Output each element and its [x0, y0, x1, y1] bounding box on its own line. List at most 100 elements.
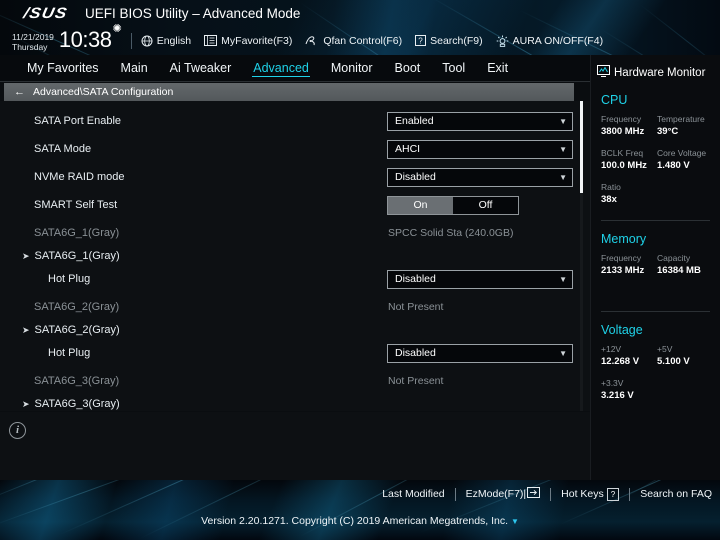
search-on-faq-button[interactable]: Search on FAQ — [640, 488, 712, 500]
monitor-metric: +5V 5.100 V — [657, 343, 713, 368]
setting-toggle[interactable]: On Off — [387, 195, 519, 215]
tab-monitor[interactable]: Monitor — [320, 55, 384, 81]
setting-dropdown[interactable]: Disabled ▼ — [387, 269, 573, 289]
monitor-group-values: Frequency 3800 MHz Temperature 39°C BCLK Fre… — [591, 107, 720, 206]
gear-icon[interactable]: ✺ — [112, 22, 121, 35]
submenu-caret-icon: ➤ — [22, 399, 30, 409]
setting-row[interactable]: NVMe RAID mode Disabled ▼ — [0, 163, 590, 191]
monitor-row: Frequency 2133 MHz Capacity 16384 MB — [601, 252, 720, 277]
monitor-metric-key: +12V — [601, 344, 622, 354]
setting-label-text: SATA6G_3(Gray) — [34, 398, 120, 410]
chevron-down-icon: ▼ — [559, 348, 567, 358]
header-title-row: /SUS UEFI BIOS Utility – Advanced Mode — [0, 0, 720, 26]
language-label: English — [156, 34, 192, 47]
qfan-icon — [305, 35, 319, 47]
monitor-metric: Frequency 2133 MHz — [601, 252, 657, 277]
tab-exit[interactable]: Exit — [476, 55, 519, 81]
tab-main[interactable]: Main — [110, 55, 159, 81]
monitor-metric: Core Voltage 1.480 V — [657, 147, 713, 172]
ezmode-button[interactable]: EzMode(F7)| — [466, 487, 541, 501]
monitor-metric-value: 3800 MHz — [601, 126, 645, 137]
monitor-metric-value: 100.0 MHz — [601, 160, 647, 171]
setting-dropdown[interactable]: Enabled ▼ — [387, 111, 573, 131]
hot-keys-button[interactable]: Hot Keys ? — [561, 487, 620, 501]
header-meta-row: 11/21/2019 Thursday 10:38 ✺ English MyFa… — [0, 23, 720, 55]
search-label: Search(F9) — [430, 34, 483, 47]
setting-label: ➤ SATA6G_2(Gray) — [22, 324, 120, 336]
caret-marker-icon: ▼ — [511, 517, 519, 526]
clock-text: 10:38 — [58, 27, 112, 52]
monitor-metric-value: 39°C — [657, 126, 679, 137]
monitor-row: +12V 12.268 V +5V 5.100 V — [601, 343, 720, 368]
toggle-option-on[interactable]: On — [388, 196, 453, 214]
monitor-metric: Temperature 39°C — [657, 113, 713, 138]
monitor-group-title: Voltage — [601, 323, 643, 337]
setting-row[interactable]: Hot Plug Disabled ▼ — [0, 265, 590, 293]
aura-icon — [496, 35, 509, 47]
breadcrumb[interactable]: ← Advanced\SATA Configuration — [4, 83, 574, 101]
tab-ai-tweaker[interactable]: Ai Tweaker — [159, 55, 243, 81]
myfavorite-button[interactable]: MyFavorite(F3) — [204, 35, 292, 47]
dropdown-value: Enabled — [395, 115, 434, 127]
setting-row[interactable]: Hot Plug Disabled ▼ — [0, 339, 590, 367]
search-button[interactable]: ? Search(F9) — [415, 35, 483, 47]
setting-label: SMART Self Test — [34, 199, 118, 211]
ezmode-label: EzMode(F7)| — [465, 488, 527, 500]
setting-row[interactable]: SMART Self Test On Off — [0, 191, 590, 219]
monitor-metric: BCLK Freq 100.0 MHz — [601, 147, 657, 172]
last-modified-label: Last Modified — [382, 488, 445, 500]
setting-row[interactable]: SATA Mode AHCI ▼ — [0, 135, 590, 163]
setting-static-value: Not Present — [388, 301, 444, 313]
setting-dropdown[interactable]: AHCI ▼ — [387, 139, 573, 159]
monitor-metric-key: Core Voltage — [657, 148, 707, 158]
monitor-metric-key: BCLK Freq — [601, 148, 644, 158]
nav-separator — [0, 81, 590, 82]
content-scrollbar[interactable] — [580, 101, 583, 411]
myfavorite-icon — [204, 35, 218, 46]
header-bar: /SUS UEFI BIOS Utility – Advanced Mode 1… — [0, 0, 720, 55]
monitor-row: +3.3V 3.216 V — [601, 377, 720, 402]
scrollbar-thumb[interactable] — [580, 101, 583, 193]
tab-boot[interactable]: Boot — [384, 55, 432, 81]
back-arrow-icon[interactable]: ← — [14, 86, 25, 98]
tab-my-favorites[interactable]: My Favorites — [16, 55, 110, 81]
setting-label: Hot Plug — [48, 273, 91, 285]
bios-window: /SUS UEFI BIOS Utility – Advanced Mode 1… — [0, 0, 720, 540]
setting-label: SATA6G_2(Gray) — [34, 301, 120, 313]
monitor-metric: Ratio 38x — [601, 181, 657, 206]
setting-label: NVMe RAID mode — [34, 171, 125, 183]
tab-advanced[interactable]: Advanced — [242, 55, 320, 81]
info-icon[interactable]: i — [9, 422, 26, 439]
toggle-option-off[interactable]: Off — [453, 197, 518, 214]
setting-dropdown[interactable]: Disabled ▼ — [387, 167, 573, 187]
settings-list: SATA Port Enable Enabled ▼ SATA Mode AHCI ▼ NV… — [0, 101, 590, 411]
dropdown-value: Disabled — [395, 273, 436, 285]
setting-label: ➤ SATA6G_1(Gray) — [22, 250, 120, 262]
setting-row[interactable]: SATA Port Enable Enabled ▼ — [0, 107, 590, 135]
monitor-metric: Capacity 16384 MB — [657, 252, 713, 277]
chevron-down-icon: ▼ — [559, 116, 567, 126]
monitor-metric-key: +3.3V — [601, 378, 624, 388]
language-button[interactable]: English — [141, 35, 191, 47]
setting-label-text: SATA6G_2(Gray) — [34, 324, 120, 336]
monitor-metric-key: Temperature — [657, 114, 705, 124]
datetime-block: 11/21/2019 Thursday 10:38 ✺ — [12, 23, 122, 52]
exit-arrow-icon — [527, 487, 541, 501]
tab-tool[interactable]: Tool — [431, 55, 476, 81]
setting-label: Hot Plug — [48, 347, 91, 359]
hardware-monitor-panel: Hardware Monitor CPU Frequency 3800 MHz Tem… — [590, 55, 720, 480]
monitor-metric-value: 12.268 V — [601, 356, 640, 367]
last-modified-button[interactable]: Last Modified — [382, 488, 444, 500]
monitor-group-title: CPU — [601, 93, 628, 107]
dropdown-value: Disabled — [395, 347, 436, 359]
monitor-metric: +12V 12.268 V — [601, 343, 657, 368]
footer-divider-3 — [629, 487, 631, 501]
chevron-down-icon: ▼ — [559, 144, 567, 154]
aura-button[interactable]: AURA ON/OFF(F4) — [496, 35, 603, 47]
qfan-control-button[interactable]: Qfan Control(F6) — [305, 35, 402, 47]
monitor-metric-key: Frequency — [601, 114, 642, 124]
setting-dropdown[interactable]: Disabled ▼ — [387, 343, 573, 363]
monitor-metric-value: 5.100 V — [657, 356, 690, 367]
version-text: Version 2.20.1271. Copyright (C) 2019 Am… — [0, 515, 720, 527]
footer-bar: Last Modified EzMode(F7)| Hot Keys ? Sea… — [0, 480, 720, 540]
